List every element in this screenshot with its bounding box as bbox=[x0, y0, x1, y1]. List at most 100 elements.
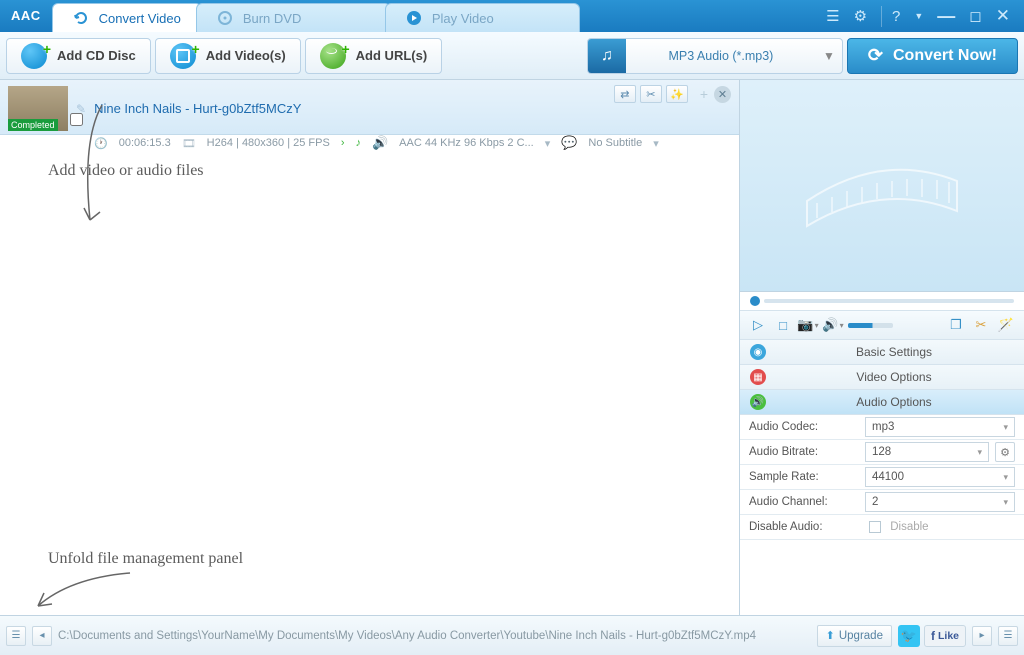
help-icon[interactable]: ? bbox=[881, 6, 904, 27]
wand-icon[interactable]: ✨ bbox=[666, 85, 688, 103]
panel-toggle-icon[interactable]: ☰ bbox=[6, 626, 26, 646]
chevron-down-icon[interactable]: ▾ bbox=[653, 137, 659, 150]
setting-label: Disable Audio: bbox=[749, 521, 859, 533]
disc-icon bbox=[217, 10, 233, 26]
list-icon[interactable]: ☰ bbox=[822, 5, 843, 27]
audio-codec-row: Audio Codec: mp3▾ bbox=[740, 415, 1024, 440]
film-icon: 🎞 bbox=[182, 137, 196, 150]
output-format-select[interactable]: ♫ MP3 Audio (*.mp3) ▼ bbox=[587, 38, 843, 74]
convert-now-button[interactable]: ⟳ Convert Now! bbox=[847, 38, 1018, 74]
gear-icon[interactable]: ⚙ bbox=[850, 5, 871, 27]
audio-meta: AAC 44 KHz 96 Kbps 2 C... bbox=[399, 137, 534, 149]
upload-icon: ⬆ bbox=[826, 629, 835, 642]
checkbox-label: Disable bbox=[890, 521, 928, 533]
speaker-icon: 🔊 bbox=[372, 135, 388, 151]
gear-icon[interactable]: ⚙ bbox=[995, 442, 1015, 462]
disable-audio-checkbox[interactable] bbox=[869, 521, 881, 533]
progress-row bbox=[740, 292, 1024, 310]
copy-icon[interactable]: ❐ bbox=[946, 315, 966, 335]
status-badge: Completed bbox=[8, 119, 58, 131]
minimize-icon[interactable]: — bbox=[933, 4, 959, 29]
stop-icon[interactable]: □ bbox=[773, 315, 793, 335]
snapshot-icon[interactable]: 📷 bbox=[798, 315, 818, 335]
globe-plus-icon bbox=[320, 43, 346, 69]
video-thumbnail: Completed bbox=[8, 86, 68, 131]
wand-icon[interactable]: 🪄 bbox=[996, 315, 1016, 335]
add-cd-disc-button[interactable]: Add CD Disc bbox=[6, 38, 151, 74]
button-label: Add CD Disc bbox=[57, 48, 136, 63]
setting-label: Audio Codec: bbox=[749, 421, 859, 433]
cut-icon[interactable]: ✂ bbox=[971, 315, 991, 335]
tab-convert-video[interactable]: Convert Video bbox=[52, 3, 202, 32]
toolbar: Add CD Disc Add Video(s) Add URL(s) ♫ MP… bbox=[0, 32, 1024, 80]
format-value: MP3 Audio (*.mp3) bbox=[626, 49, 816, 63]
subtitle-icon: 💬 bbox=[561, 135, 577, 151]
annotation-arrow-2 bbox=[30, 568, 140, 613]
twitter-icon[interactable]: 🐦 bbox=[898, 625, 920, 647]
duration: 00:06:15.3 bbox=[119, 137, 171, 149]
file-title: Nine Inch Nails - Hurt-g0bZtf5MCzY bbox=[94, 101, 301, 116]
button-label: Add Video(s) bbox=[206, 48, 286, 63]
play-small-icon: ♪ bbox=[355, 137, 361, 149]
globe-icon: ◉ bbox=[750, 344, 766, 360]
button-label: Convert Now! bbox=[893, 47, 997, 65]
video-options-tab[interactable]: ▦ Video Options bbox=[740, 365, 1024, 390]
subtitle-text: No Subtitle bbox=[588, 137, 642, 149]
chevron-down-icon: ▼ bbox=[816, 49, 842, 63]
setting-label: Sample Rate: bbox=[749, 471, 859, 483]
social-buttons: 🐦 f Like bbox=[898, 625, 966, 647]
progress-track[interactable] bbox=[764, 299, 1014, 303]
basic-settings-tab[interactable]: ◉ Basic Settings bbox=[740, 340, 1024, 365]
volume-icon[interactable]: 🔊 bbox=[823, 315, 843, 335]
next-icon[interactable]: ▸ bbox=[972, 626, 992, 646]
speaker-icon: 🔊 bbox=[750, 394, 766, 410]
play-icon[interactable]: ▷ bbox=[748, 315, 768, 335]
button-label: Add URL(s) bbox=[356, 48, 428, 63]
film-roll-icon bbox=[797, 141, 967, 231]
chevron-down-icon[interactable]: ▼ bbox=[910, 9, 927, 23]
tab-burn-dvd[interactable]: Burn DVD bbox=[196, 3, 391, 32]
annotation-unfold: Unfold file management panel bbox=[48, 550, 243, 568]
tab-label: Convert Video bbox=[99, 11, 181, 26]
video-meta: H264 | 480x360 | 25 FPS bbox=[207, 137, 330, 149]
tab-play-video[interactable]: Play Video bbox=[385, 3, 580, 32]
sample-rate-select[interactable]: 44100▾ bbox=[865, 467, 1015, 487]
tab-label: Audio Options bbox=[774, 395, 1014, 409]
tab-label: Play Video bbox=[432, 11, 494, 26]
audio-channel-select[interactable]: 2▾ bbox=[865, 492, 1015, 512]
plus-icon[interactable]: + bbox=[700, 86, 708, 102]
setting-label: Audio Bitrate: bbox=[749, 446, 859, 458]
arrow-icon: › bbox=[341, 137, 345, 149]
panel-toggle-right-icon[interactable]: ☰ bbox=[998, 626, 1018, 646]
close-icon[interactable]: ✕ bbox=[992, 4, 1014, 28]
annotation-add-files: Add video or audio files bbox=[48, 162, 204, 180]
swap-icon[interactable]: ⇄ bbox=[614, 85, 636, 103]
status-bar: ☰ ◂ C:\Documents and Settings\YourName\M… bbox=[0, 615, 1024, 655]
audio-options-tab[interactable]: 🔊 Audio Options bbox=[740, 390, 1024, 415]
add-videos-button[interactable]: Add Video(s) bbox=[155, 38, 301, 74]
maximize-icon[interactable]: ◻ bbox=[965, 5, 985, 27]
button-label: Upgrade bbox=[839, 630, 883, 642]
preview-pane bbox=[740, 80, 1024, 292]
chevron-down-icon[interactable]: ▾ bbox=[545, 137, 551, 150]
cut-icon[interactable]: ✂ bbox=[640, 85, 662, 103]
audio-codec-select[interactable]: mp3▾ bbox=[865, 417, 1015, 437]
audio-bitrate-select[interactable]: 128▾ bbox=[865, 442, 989, 462]
facebook-like-button[interactable]: f Like bbox=[924, 625, 966, 647]
facebook-icon: f bbox=[931, 629, 935, 643]
window-controls: ☰ ⚙ ? ▼ — ◻ ✕ bbox=[822, 0, 1024, 32]
main-area: Completed ✎ Nine Inch Nails - Hurt-g0bZt… bbox=[0, 80, 1024, 615]
volume-slider[interactable] bbox=[848, 323, 893, 328]
disc-plus-icon bbox=[21, 43, 47, 69]
refresh-icon: ⟳ bbox=[868, 45, 883, 66]
button-label: Like bbox=[938, 630, 959, 642]
film-icon: ▦ bbox=[750, 369, 766, 385]
prev-icon[interactable]: ◂ bbox=[32, 626, 52, 646]
film-plus-icon bbox=[170, 43, 196, 69]
add-urls-button[interactable]: Add URL(s) bbox=[305, 38, 443, 74]
audio-channel-row: Audio Channel: 2▾ bbox=[740, 490, 1024, 515]
upgrade-button[interactable]: ⬆ Upgrade bbox=[817, 625, 892, 647]
remove-icon[interactable]: ✕ bbox=[714, 86, 731, 103]
progress-handle[interactable] bbox=[750, 296, 760, 306]
file-list-panel: Completed ✎ Nine Inch Nails - Hurt-g0bZt… bbox=[0, 80, 740, 615]
